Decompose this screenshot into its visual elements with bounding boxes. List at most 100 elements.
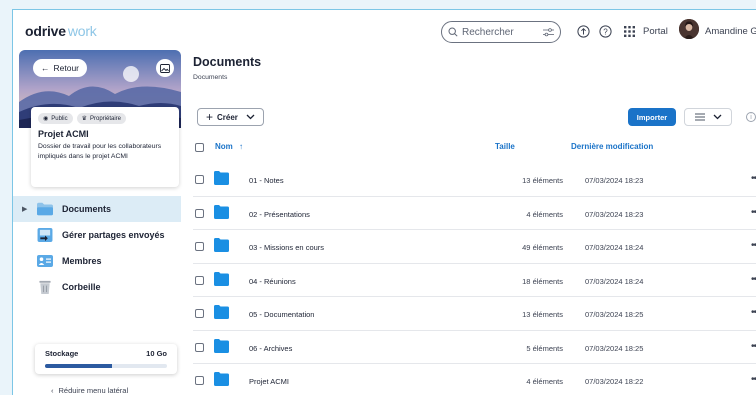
folder-icon (214, 305, 229, 319)
app-window: odrive work Rechercher ? Portal Amandine… (12, 9, 756, 395)
sidebar-item-sent-shares[interactable]: Gérer partages envoyés (13, 222, 181, 248)
storage-progress-fill (45, 364, 113, 368)
back-button[interactable]: ← Retour (33, 59, 88, 77)
avatar[interactable] (679, 19, 699, 39)
more-options-icon[interactable]: ••• (751, 274, 756, 285)
create-button[interactable]: + Créer (197, 108, 264, 126)
row-size: 5 éléments (526, 343, 563, 353)
project-chips: ◉ Public ♛ Propriétaire (38, 113, 172, 124)
more-options-icon[interactable]: ••• (751, 341, 756, 352)
row-size: 13 éléments (522, 310, 563, 319)
filter-sliders-icon[interactable] (543, 27, 554, 37)
chevron-down-icon (246, 114, 255, 120)
table-row[interactable]: 06 - Archives 5 éléments 07/03/2024 18:2… (193, 331, 756, 364)
row-checkbox[interactable] (195, 242, 204, 251)
row-checkbox[interactable] (195, 208, 204, 218)
table-row[interactable]: 04 - Réunions 18 éléments 07/03/2024 18:… (193, 264, 756, 297)
page-title: Documents (193, 55, 262, 69)
sidebar-item-members[interactable]: Membres (13, 248, 181, 274)
table-row[interactable]: 01 - Notes 13 éléments 07/03/2024 18:23 … (193, 163, 756, 197)
storage-label: Stockage (45, 349, 79, 358)
search-input[interactable]: Rechercher (441, 21, 561, 43)
row-modified: 07/03/2024 18:23 (585, 176, 644, 185)
project-description: Dossier de travail pour les collaborateu… (38, 143, 162, 160)
crown-icon: ♛ (81, 116, 87, 122)
create-label: Créer (217, 112, 238, 122)
sidebar-nav: ▶ Documents Gérer partages envoyés Membr… (13, 196, 181, 300)
row-name: 05 - Documentation (249, 310, 315, 319)
app-logo[interactable]: odrive work (25, 23, 97, 39)
breadcrumb[interactable]: Documents (193, 74, 227, 81)
row-checkbox[interactable] (195, 376, 204, 385)
row-size: 18 éléments (522, 276, 563, 286)
project-card: ◉ Public ♛ Propriétaire Projet ACMI Doss… (31, 107, 179, 187)
chip-owner: ♛ Propriétaire (76, 113, 126, 124)
view-mode-select[interactable] (684, 108, 732, 126)
column-name-label: Nom (215, 142, 233, 151)
row-modified: 07/03/2024 18:24 (585, 276, 644, 286)
row-checkbox[interactable] (195, 175, 204, 184)
table-header: Nom ↑ Taille Dernière modification (193, 140, 756, 156)
more-options-icon[interactable]: ••• (751, 374, 756, 385)
more-options-icon[interactable]: ••• (751, 207, 756, 218)
row-checkbox[interactable] (195, 309, 204, 318)
more-options-icon[interactable]: ••• (751, 240, 756, 251)
chip-public: ◉ Public (38, 113, 73, 124)
column-size[interactable]: Taille (495, 142, 515, 151)
more-options-icon[interactable]: ••• (751, 173, 756, 184)
chevron-down-icon (713, 114, 721, 120)
list-view-icon (694, 113, 705, 121)
storage-card[interactable]: Stockage 10 Go (35, 344, 177, 374)
sidebar: ← Retour ◉ Public ♛ Propriétaire Projet … (13, 50, 181, 395)
row-checkbox[interactable] (195, 342, 204, 352)
table-row[interactable]: 05 - Documentation 13 éléments 07/03/202… (193, 297, 756, 331)
table-row[interactable]: 02 - Présentations 4 éléments 07/03/2024… (193, 197, 756, 230)
sidebar-item-label: Documents (62, 204, 112, 214)
info-icon[interactable]: i (746, 112, 756, 122)
change-cover-icon[interactable] (156, 59, 174, 77)
sidebar-item-label: Gérer partages envoyés (62, 230, 165, 240)
apps-grid-icon[interactable] (622, 24, 636, 38)
chip-owner-label: Propriétaire (89, 115, 121, 122)
top-bar: odrive work Rechercher ? Portal Amandine… (13, 10, 756, 50)
row-name: 01 - Notes (249, 176, 284, 185)
file-list: 01 - Notes 13 éléments 07/03/2024 18:23 … (193, 163, 756, 395)
row-name: 02 - Présentations (249, 209, 310, 219)
row-modified: 07/03/2024 18:25 (585, 310, 644, 319)
plus-icon: + (206, 110, 214, 124)
storage-progress-bar (45, 364, 167, 368)
collapse-sidebar-button[interactable]: ‹ Réduire menu latéral (51, 386, 128, 395)
row-modified: 07/03/2024 18:25 (585, 343, 644, 353)
logo-brand: odrive (25, 23, 66, 39)
folder-icon (214, 372, 229, 386)
select-all-checkbox[interactable] (195, 143, 204, 152)
folder-icon (37, 202, 53, 216)
sidebar-item-label: Corbeille (62, 282, 101, 292)
members-icon (37, 255, 53, 267)
row-name: 03 - Missions en cours (249, 243, 325, 252)
import-button[interactable]: Importer (628, 108, 676, 126)
row-size: 49 éléments (522, 243, 563, 252)
sidebar-item-trash[interactable]: Corbeille (13, 274, 181, 300)
user-name[interactable]: Amandine Gira (705, 26, 756, 37)
sidebar-item-label: Membres (62, 256, 102, 266)
project-title: Projet ACMI (38, 129, 89, 139)
help-icon[interactable]: ? (598, 24, 612, 38)
table-row[interactable]: Projet ACMI 4 éléments 07/03/2024 18:22 … (193, 364, 756, 395)
row-checkbox[interactable] (195, 275, 204, 285)
share-folder-icon (37, 228, 53, 242)
sort-arrow-up-icon: ↑ (239, 142, 244, 151)
sidebar-item-documents[interactable]: ▶ Documents (13, 196, 181, 222)
portal-link[interactable]: Portal (643, 26, 668, 37)
column-modified[interactable]: Dernière modification (571, 142, 653, 151)
row-modified: 07/03/2024 18:23 (585, 209, 644, 219)
folder-icon (214, 338, 229, 353)
chevron-left-icon: ‹ (51, 386, 54, 395)
upload-status-icon[interactable] (576, 24, 590, 38)
table-row[interactable]: 03 - Missions en cours 49 éléments 07/03… (193, 230, 756, 264)
arrow-left-icon: ← (41, 63, 50, 73)
column-name[interactable]: Nom ↑ (215, 142, 243, 151)
collapse-sidebar-label: Réduire menu latéral (58, 386, 129, 395)
more-options-icon[interactable]: ••• (751, 307, 756, 318)
row-size: 4 éléments (526, 377, 563, 386)
